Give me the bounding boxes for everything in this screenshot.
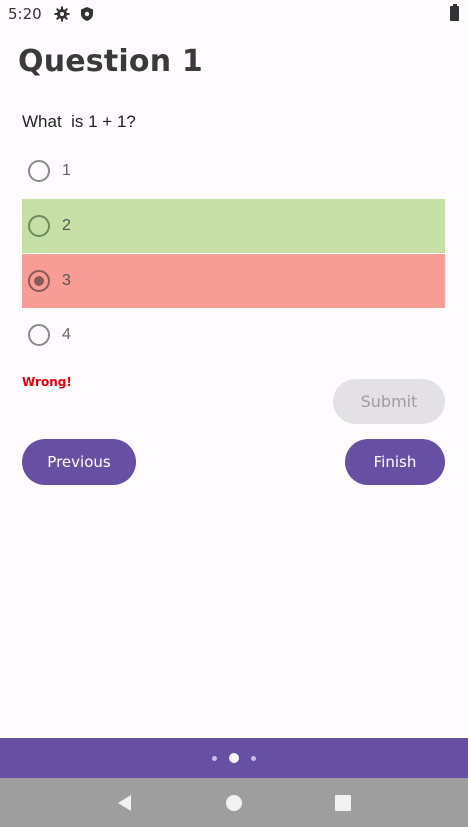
- page-dot-active[interactable]: [229, 753, 239, 763]
- radio-button[interactable]: [28, 215, 50, 237]
- finish-button[interactable]: Finish: [345, 439, 445, 485]
- system-navigation-bar: [0, 778, 468, 827]
- page-indicator: [0, 738, 468, 778]
- answer-option-2[interactable]: 2: [22, 199, 445, 253]
- question-text: What is 1 + 1?: [22, 112, 136, 131]
- answer-option-label: 3: [62, 272, 71, 289]
- answer-option-1[interactable]: 1: [22, 144, 445, 198]
- radio-button[interactable]: [28, 160, 50, 182]
- page-dot[interactable]: [251, 755, 256, 761]
- back-icon[interactable]: [115, 793, 135, 813]
- answer-option-label: 4: [62, 326, 71, 343]
- feedback-message: Wrong!: [22, 375, 72, 389]
- shield-icon: [79, 6, 95, 22]
- answer-option-4[interactable]: 4: [22, 308, 445, 362]
- answer-option-3[interactable]: 3: [22, 254, 445, 308]
- recents-icon[interactable]: [333, 793, 353, 813]
- answer-option-label: 2: [62, 217, 71, 234]
- gear-icon: [54, 6, 70, 22]
- page-title: Question 1: [18, 44, 203, 79]
- home-icon[interactable]: [224, 793, 244, 813]
- battery-icon: [450, 4, 459, 21]
- status-bar: 5:20: [0, 0, 468, 28]
- answer-option-label: 1: [62, 162, 71, 179]
- page-dot[interactable]: [212, 755, 217, 761]
- radio-button[interactable]: [28, 270, 50, 292]
- radio-button[interactable]: [28, 324, 50, 346]
- status-time: 5:20: [8, 5, 42, 23]
- submit-button[interactable]: Submit: [333, 379, 445, 424]
- previous-button[interactable]: Previous: [22, 439, 136, 485]
